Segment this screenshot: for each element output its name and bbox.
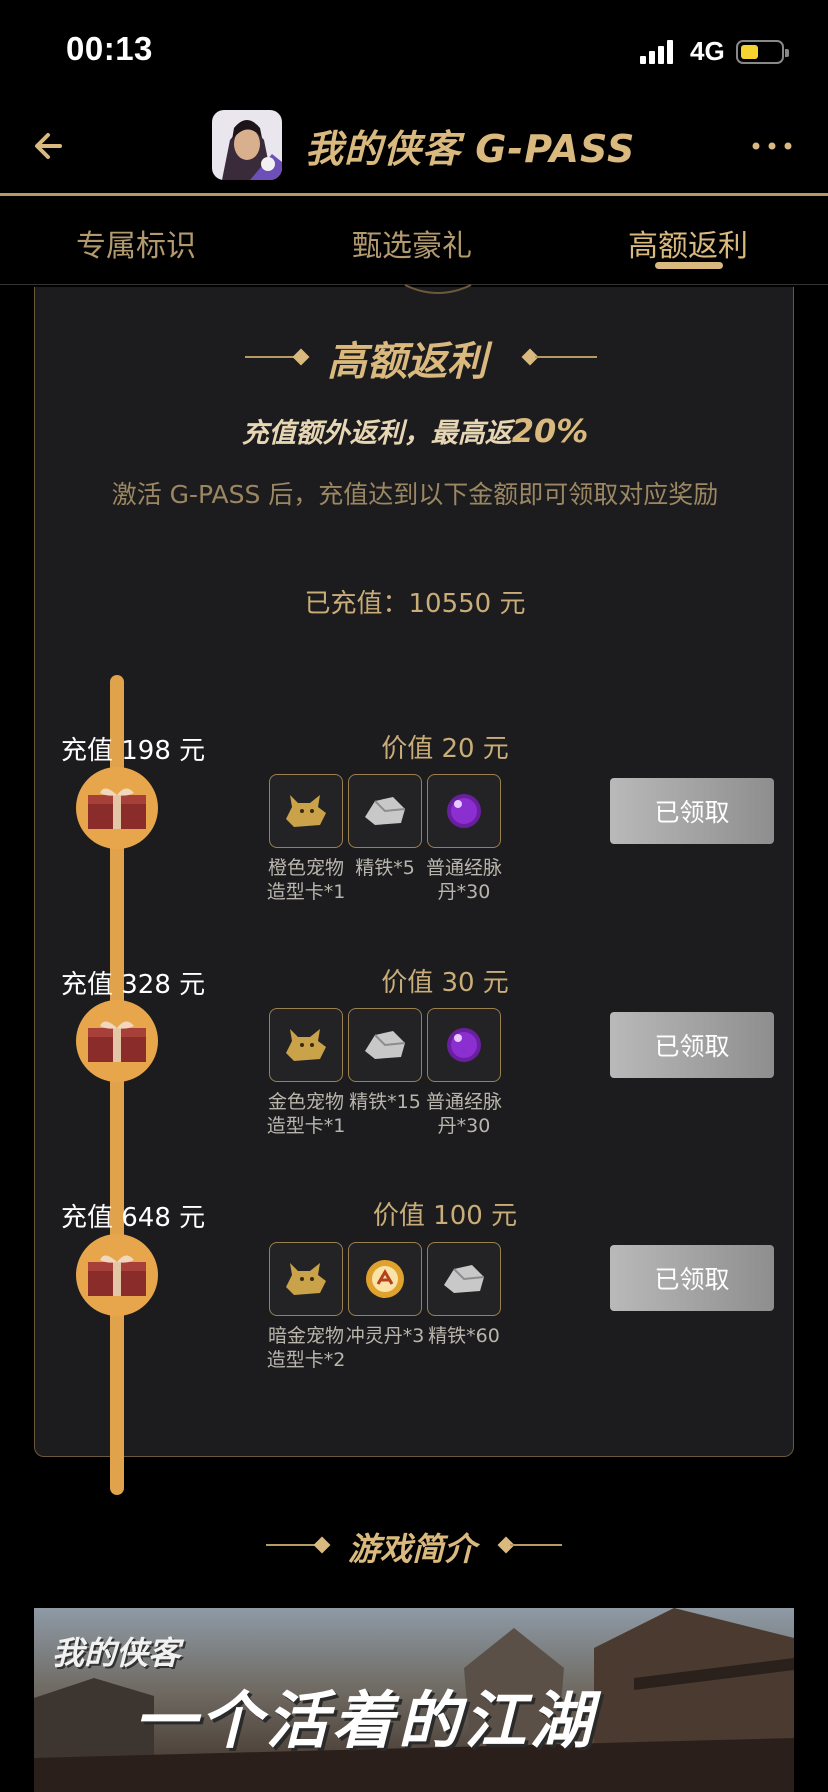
iron-ore-icon bbox=[444, 1265, 485, 1293]
battery-icon bbox=[736, 40, 789, 64]
reward-item-name: 橙色宠物造型卡*1 bbox=[266, 857, 346, 903]
tier-value: 价值 100 元 bbox=[372, 1201, 518, 1231]
reward-item-name: 冲灵丹*3 bbox=[345, 1325, 425, 1347]
gift-icon bbox=[76, 1000, 158, 1082]
gift-icon bbox=[76, 1234, 158, 1316]
rebate-subtitle: 充值额外返利，最高返20% bbox=[241, 412, 589, 450]
pet-card-icon bbox=[286, 1263, 326, 1295]
page-title: 我的侠客 G-PASS bbox=[305, 127, 636, 171]
rebate-title: 高额返利 bbox=[327, 339, 487, 385]
reward-item: 精铁*5 bbox=[348, 774, 422, 880]
intro-title: 游戏简介 bbox=[348, 1530, 477, 1568]
intro-deco-diamond-left bbox=[313, 1536, 331, 1554]
reward-item: 精铁*60 bbox=[427, 1242, 501, 1348]
status-bar: 00:13 4G bbox=[0, 0, 828, 100]
reward-item: 金色宠物造型卡*1 bbox=[267, 1008, 345, 1138]
signal-icon bbox=[640, 40, 674, 64]
tab-bar: 专属标识 甄选豪礼 高额返利 bbox=[0, 199, 828, 285]
gift-icon bbox=[76, 767, 158, 849]
tab-exclusive-badge[interactable]: 专属标识 bbox=[76, 221, 196, 265]
spirit-pill-icon bbox=[366, 1260, 404, 1298]
title-deco-line-right bbox=[535, 356, 597, 358]
emblem-ornament bbox=[404, 284, 472, 294]
reward-item-name: 暗金宠物造型卡*2 bbox=[266, 1325, 346, 1371]
tab-selected-gifts[interactable]: 甄选豪礼 bbox=[352, 221, 472, 265]
rebate-card: 高额返利 充值额外返利，最高返20% 激活 G-PASS 后，充值达到以下金额即… bbox=[34, 284, 794, 1495]
tier-value: 价值 20 元 bbox=[381, 734, 509, 764]
reward-item-name: 精铁*60 bbox=[428, 1325, 500, 1347]
reward-item: 精铁*15 bbox=[348, 1008, 422, 1114]
network-type: 4G bbox=[690, 36, 725, 66]
intro-deco-line-right bbox=[510, 1544, 562, 1546]
active-tab-indicator bbox=[655, 262, 723, 269]
purple-pill-icon bbox=[447, 794, 481, 828]
banner-logo: 我的侠客 bbox=[52, 1634, 181, 1672]
reward-item: 普通经脉丹*30 bbox=[426, 774, 502, 904]
back-arrow-icon[interactable] bbox=[30, 124, 74, 168]
banner-slogan: 一个活着的江湖 bbox=[134, 1684, 597, 1757]
pet-card-icon bbox=[286, 1029, 326, 1061]
tab-high-rebate[interactable]: 高额返利 bbox=[628, 221, 748, 265]
iron-ore-icon bbox=[365, 797, 406, 825]
reward-item-name: 金色宠物造型卡*1 bbox=[266, 1091, 346, 1137]
reward-item-name: 精铁*5 bbox=[355, 857, 415, 879]
more-icon[interactable] bbox=[750, 140, 794, 152]
reward-item: 冲灵丹*3 bbox=[346, 1242, 424, 1348]
status-time: 00:13 bbox=[66, 30, 153, 67]
nav-bar: 我的侠客 G-PASS bbox=[0, 100, 828, 196]
tier-label: 充值 328 元 bbox=[61, 970, 206, 1000]
rebate-max-percent: 20% bbox=[511, 412, 589, 450]
recharged-amount: 已充值：10550 元 bbox=[304, 589, 526, 619]
reward-item: 暗金宠物造型卡*2 bbox=[267, 1242, 345, 1372]
claimed-button[interactable]: 已领取 bbox=[610, 1245, 774, 1311]
title-deco-diamond-left bbox=[292, 348, 310, 366]
tier-label: 充值 198 元 bbox=[61, 736, 206, 766]
reward-item-name: 普通经脉丹*30 bbox=[425, 1091, 502, 1137]
pet-card-icon bbox=[286, 795, 326, 827]
tier-value: 价值 30 元 bbox=[381, 968, 509, 998]
iron-ore-icon bbox=[365, 1031, 406, 1059]
app-logo bbox=[212, 110, 282, 180]
claimed-button[interactable]: 已领取 bbox=[610, 778, 774, 844]
tier-label: 充值 648 元 bbox=[61, 1203, 206, 1233]
rebate-description: 激活 G-PASS 后，充值达到以下金额即可领取对应奖励 bbox=[111, 480, 719, 509]
reward-item: 普通经脉丹*30 bbox=[426, 1008, 502, 1138]
claimed-button[interactable]: 已领取 bbox=[610, 1012, 774, 1078]
purple-pill-icon bbox=[447, 1028, 481, 1062]
game-banner[interactable]: 我的侠客 一个活着的江湖 bbox=[34, 1608, 794, 1792]
reward-item-name: 精铁*15 bbox=[349, 1091, 421, 1113]
reward-item: 橙色宠物造型卡*1 bbox=[267, 774, 345, 904]
reward-item-name: 普通经脉丹*30 bbox=[425, 857, 502, 903]
